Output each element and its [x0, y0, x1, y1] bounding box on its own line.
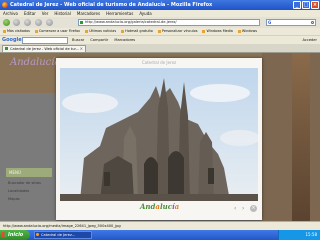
close-lightbox-button[interactable]: × [250, 205, 257, 212]
window-title: Catedral de Jerez - Web oficial de turis… [10, 2, 213, 8]
back-button[interactable] [3, 19, 10, 26]
page-left-column [0, 93, 56, 221]
close-window-button[interactable]: × [311, 1, 319, 9]
google-search-button[interactable]: Buscar [72, 36, 84, 44]
lightbox-caption: Catedral de Jerez [141, 60, 177, 65]
bookmark-item[interactable]: Comenzar a usar Firefox [35, 28, 80, 35]
menu-bookmarks[interactable]: Marcadores [77, 10, 100, 17]
google-share-button[interactable]: Compartir [90, 36, 108, 44]
windows-taskbar: Inicio Catedral de Jerez... 15:58 [0, 230, 320, 240]
address-text: http://www.andalucia.org/galeria/catedra… [85, 20, 177, 24]
start-label: Inicio [8, 232, 24, 238]
bookmark-item[interactable]: Personalizar vínculos [158, 28, 198, 35]
menu-help[interactable]: Ayuda [139, 10, 151, 17]
google-toolbar-right: Acceder [302, 36, 317, 44]
sign-in-button[interactable]: Acceder [302, 36, 317, 44]
windows-flag-icon [2, 232, 7, 237]
page-menu-item[interactable]: Mapas [8, 197, 20, 201]
google-bookmarks-button[interactable]: Marcadores [114, 36, 135, 44]
menu-tools[interactable]: Herramientas [106, 10, 133, 17]
menu-edit[interactable]: Editar [24, 10, 36, 17]
forward-button[interactable] [13, 19, 20, 26]
reload-button[interactable] [24, 19, 31, 26]
minimize-button[interactable]: _ [293, 1, 301, 9]
status-text: http://www.andalucia.org/media/image_226… [3, 224, 121, 228]
bookmark-item[interactable]: Windows [238, 28, 257, 35]
image-lightbox: Catedral de Jerez Andalucía ‹ › × [56, 58, 262, 220]
page-right-column [262, 53, 320, 221]
page-menu-heading: MENÚ [6, 168, 52, 177]
search-box[interactable]: G [266, 19, 316, 26]
andalucia-brand-logo: Andalucía [140, 202, 180, 211]
start-button[interactable]: Inicio [0, 230, 30, 240]
cathedral-photo[interactable] [60, 68, 258, 201]
bookmark-item[interactable]: Hotmail gratuito [121, 28, 153, 35]
previous-image-button[interactable]: ‹ [234, 205, 236, 212]
next-image-button[interactable]: › [242, 205, 244, 212]
menu-file[interactable]: Archivo [3, 10, 18, 17]
tab-favicon-icon [5, 47, 8, 50]
bookmarks-toolbar: Más visitados Comenzar a usar Firefox Úl… [0, 28, 320, 35]
firefox-icon [2, 2, 8, 8]
tab-strip: Catedral de Jerez - Web oficial de tur..… [0, 44, 320, 53]
site-favicon-icon [80, 21, 83, 24]
window-controls: _ □ × [293, 1, 319, 9]
page-logo[interactable]: Andalucía [10, 57, 60, 68]
window-titlebar: Catedral de Jerez - Web oficial de turis… [0, 0, 320, 10]
menu-bar: Archivo Editar Ver Historial Marcadores … [0, 10, 320, 17]
bookmark-item[interactable]: Windows Media [202, 28, 232, 35]
address-bar[interactable]: http://www.andalucia.org/galeria/catedra… [78, 19, 260, 26]
firefox-icon [36, 233, 39, 236]
stop-button[interactable] [35, 19, 42, 26]
page-menu-item[interactable]: Localidades [8, 189, 29, 193]
google-tool-buttons: Buscar Compartir Marcadores [72, 36, 135, 44]
google-search-input[interactable] [22, 37, 68, 44]
tab-close-icon[interactable]: × [80, 46, 83, 52]
search-icon[interactable] [311, 21, 314, 24]
system-tray: 15:58 [278, 230, 320, 240]
clock[interactable]: 15:58 [305, 232, 317, 237]
google-logo[interactable]: Google [2, 36, 22, 44]
status-bar: http://www.andalucia.org/media/image_226… [0, 221, 320, 230]
page-menu-item[interactable]: Buscador de sitios [8, 181, 41, 185]
page-right-tower-image [292, 53, 310, 221]
google-search-engine-icon: G [268, 20, 272, 25]
bookmark-item[interactable]: Últimas noticias [85, 28, 116, 35]
maximize-button[interactable]: □ [302, 1, 310, 9]
taskbar-item-label: Catedral de Jerez... [41, 233, 76, 237]
home-button[interactable] [46, 19, 53, 26]
tab-label: Catedral de Jerez - Web oficial de tur..… [10, 47, 80, 51]
bookmark-item[interactable]: Más visitados [3, 28, 30, 35]
menu-view[interactable]: Ver [42, 10, 49, 17]
tab-active[interactable]: Catedral de Jerez - Web oficial de tur..… [2, 45, 86, 52]
taskbar-firefox-item[interactable]: Catedral de Jerez... [34, 231, 92, 239]
menu-history[interactable]: Historial [54, 10, 71, 17]
